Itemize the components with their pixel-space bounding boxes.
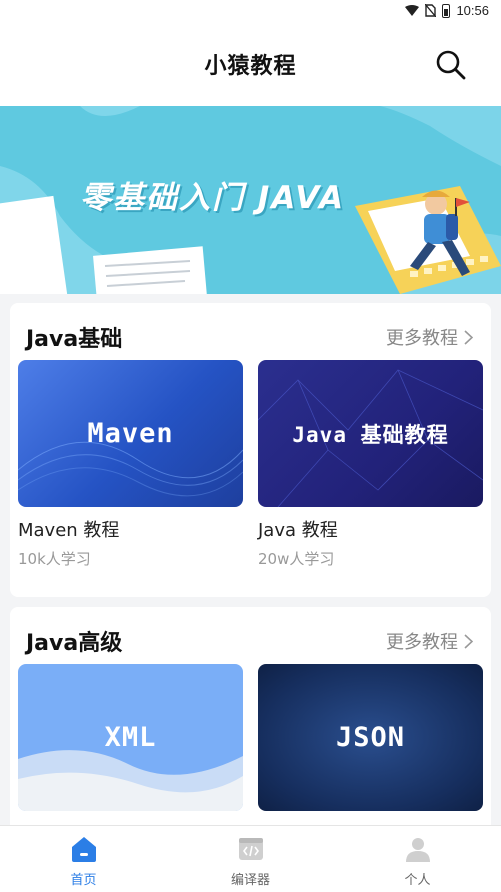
tab-home[interactable]: 首页 (0, 826, 167, 892)
tab-profile[interactable]: 个人 (334, 826, 501, 892)
tab-label: 编译器 (230, 873, 270, 888)
page-title: 小猿教程 (204, 54, 297, 79)
more-courses-link[interactable]: 更多教程 (386, 628, 473, 654)
code-icon (238, 838, 263, 860)
course-name: Java 教程 (258, 520, 338, 541)
course-card-xml[interactable]: XML (18, 664, 243, 811)
course-card-java[interactable]: Java 基础教程 Java 教程 20w人学习 (258, 360, 483, 569)
promo-banner[interactable]: 零基础入门 JAVA (0, 106, 501, 294)
course-thumbnail: Maven (18, 360, 243, 507)
thumb-text: Maven (87, 418, 174, 449)
no-sim-icon (425, 4, 437, 17)
course-thumbnail: XML (18, 664, 243, 811)
battery-icon (442, 3, 451, 18)
status-icons: 10:56 (405, 3, 489, 18)
section-java-advanced: Java高级 更多教程 XML JSON (10, 607, 491, 837)
course-card-maven[interactable]: Maven Maven 教程 10k人学习 (18, 360, 243, 569)
tab-label: 首页 (70, 873, 97, 888)
course-learners: 20w人学习 (258, 550, 335, 568)
thumb-text: XML (104, 722, 157, 753)
more-courses-link[interactable]: 更多教程 (386, 324, 473, 350)
app-header: 小猿教程 (0, 22, 501, 106)
course-thumbnail: JSON (258, 664, 483, 811)
thumb-text: Java 基础教程 (292, 422, 449, 447)
course-thumbnail: Java 基础教程 (258, 360, 483, 507)
home-icon (71, 837, 96, 862)
chevron-right-icon (464, 633, 473, 649)
status-time: 10:56 (456, 3, 489, 18)
thumb-text: JSON (335, 722, 406, 753)
search-icon[interactable] (434, 48, 468, 82)
section-title: Java基础 (26, 327, 123, 352)
tab-compiler[interactable]: 编译器 (167, 826, 334, 892)
wifi-icon (405, 5, 420, 16)
status-bar: 10:56 (0, 0, 501, 22)
more-courses-label: 更多教程 (386, 328, 458, 349)
course-card-json[interactable]: JSON (258, 664, 483, 811)
person-icon (405, 838, 430, 862)
course-learners: 10k人学习 (18, 550, 91, 568)
tab-label: 个人 (404, 873, 431, 888)
course-name: Maven 教程 (18, 520, 120, 541)
bottom-tab-bar: 首页 编译器 个人 (0, 825, 501, 892)
section-java-basics: Java基础 更多教程 Maven Maven 教程 10k人学习 Java 基… (10, 303, 491, 597)
chevron-right-icon (464, 329, 473, 345)
section-title: Java高级 (26, 631, 123, 656)
banner-title: 零基础入门 JAVA (80, 180, 346, 216)
more-courses-label: 更多教程 (386, 632, 458, 653)
